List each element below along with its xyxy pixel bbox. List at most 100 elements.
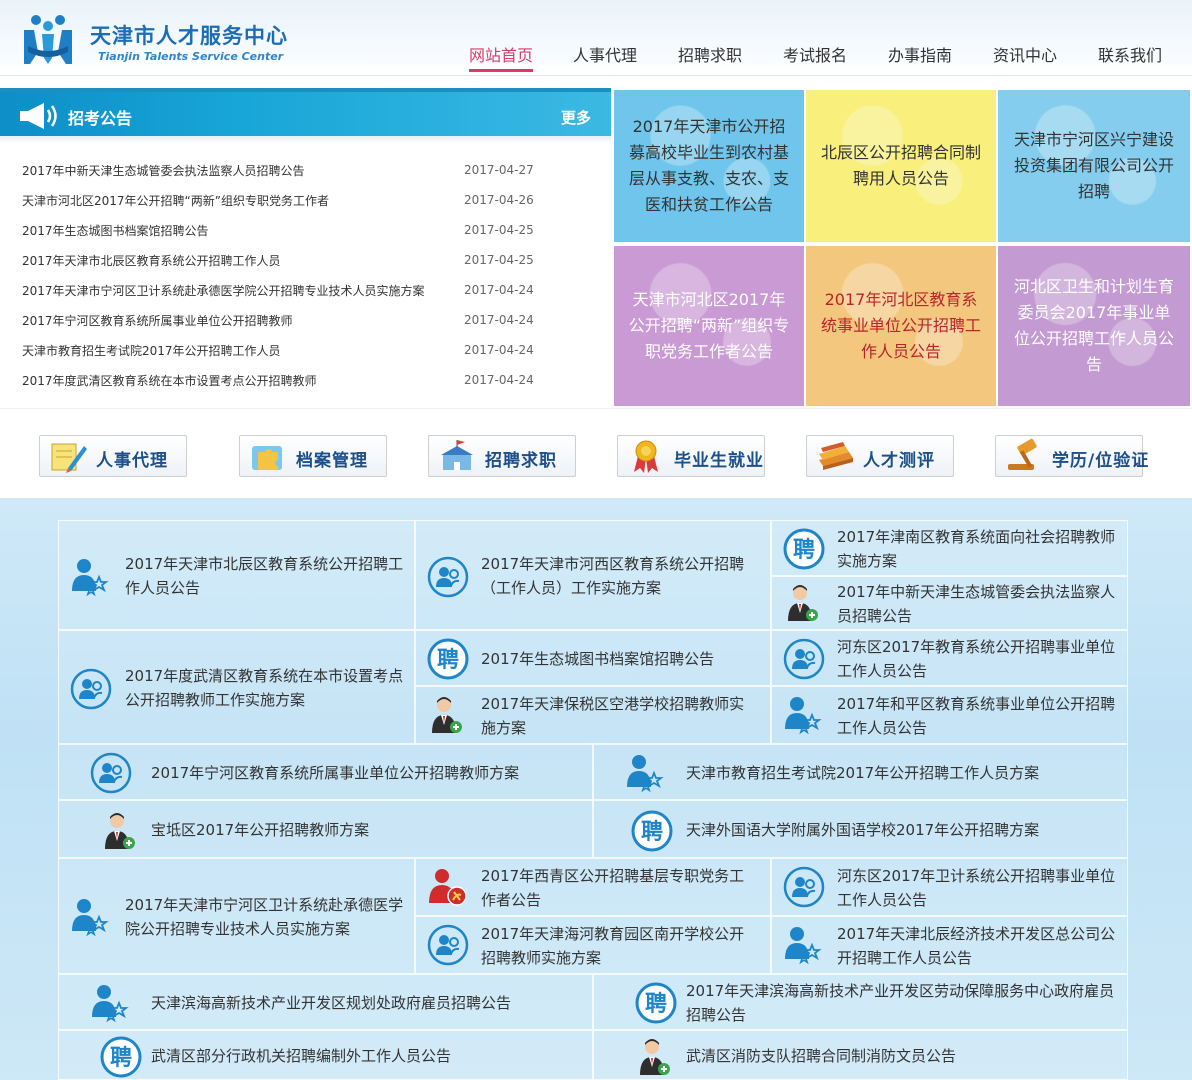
businessman-icon xyxy=(105,813,135,849)
site-title[interactable]: 天津市人才服务中心 xyxy=(90,20,288,50)
grid-item-title[interactable]: 2017年天津市河西区教育系统公开招聘（工作人员）工作实施方案 xyxy=(481,552,759,600)
books-icon xyxy=(819,442,853,470)
grid-item[interactable]: 2017年天津海河教育园区南开学校公开招聘教师实施方案 xyxy=(415,916,771,974)
people-circle-icon xyxy=(783,638,825,680)
grid-item[interactable]: 2017年天津市北辰区教育系统公开招聘工作人员公告 xyxy=(58,520,415,630)
grid-item-title[interactable]: 2017年天津市宁河区卫计系统赴承德医学院公开招聘专业技术人员实施方案 xyxy=(125,893,405,941)
businessman-icon xyxy=(788,585,818,621)
grid-item[interactable]: 2017年西青区公开招聘基层专职党务工作者公告 xyxy=(415,858,771,916)
grid-item-title[interactable]: 2017年西青区公开招聘基层专职党务工作者公告 xyxy=(481,864,759,912)
recruitment-grid: 2017年天津市北辰区教育系统公开招聘工作人员公告 2017年天津市河西区教育系… xyxy=(0,498,1192,1080)
service-degree-verification-button[interactable]: 学历/位验证 xyxy=(995,435,1148,477)
grid-item-title[interactable]: 武清区部分行政机关招聘编制外工作人员公告 xyxy=(151,1044,571,1068)
service-talent-assessment-button[interactable]: 人才测评 xyxy=(806,435,954,477)
grid-item[interactable]: 河东区2017年卫计系统公开招聘事业单位工作人员公告 xyxy=(771,858,1128,916)
service-personnel-agency-button[interactable]: 人事代理 xyxy=(39,435,187,477)
grid-item-title[interactable]: 2017年宁河区教育系统所属事业单位公开招聘教师方案 xyxy=(151,761,571,785)
gavel-icon xyxy=(1008,438,1037,470)
nav-news-center[interactable]: 资讯中心 xyxy=(993,42,1057,66)
grid-item[interactable]: 武清区消防支队招聘合同制消防文员公告 xyxy=(593,1030,1128,1080)
grid-item-title[interactable]: 河东区2017年教育系统公开招聘事业单位工作人员公告 xyxy=(837,635,1127,683)
grid-item-title[interactable]: 宝坻区2017年公开招聘教师方案 xyxy=(151,818,571,842)
grid-item-title[interactable]: 天津市教育招生考试院2017年公开招聘工作人员方案 xyxy=(686,761,1106,785)
featured-tile[interactable]: 北辰区公开招聘合同制聘用人员公告 xyxy=(806,90,996,242)
announcement-item[interactable]: 2017年中新天津生态城管委会执法监察人员招聘公告 2017-04-27 xyxy=(22,162,582,192)
people-star-icon xyxy=(72,559,109,597)
grid-item-title[interactable]: 2017年度武清区教育系统在本市设置考点公开招聘教师工作实施方案 xyxy=(125,664,405,712)
grid-item[interactable]: 2017年和平区教育系统事业单位公开招聘工作人员公告 xyxy=(771,686,1128,744)
people-circle-icon xyxy=(783,866,825,908)
grid-item[interactable]: 聘武清区部分行政机关招聘编制外工作人员公告 xyxy=(58,1030,593,1080)
featured-tile[interactable]: 天津市河北区2017年公开招聘“两新”组织专职党务工作者公告 xyxy=(614,246,804,406)
puzzle-folder-icon xyxy=(252,446,282,470)
nav-contact-us[interactable]: 联系我们 xyxy=(1098,42,1162,66)
grid-item[interactable]: 聘 2017年天津滨海高新技术产业开发区劳动保障服务中心政府雇员招聘公告 xyxy=(593,974,1128,1030)
businessman-icon xyxy=(640,1039,670,1075)
service-graduate-employment-button[interactable]: 毕业生就业 xyxy=(617,435,765,477)
announcements-header: 招考公告 更多 xyxy=(0,88,611,136)
grid-item[interactable]: 聘 2017年津南区教育系统面向社会招聘教师实施方案 xyxy=(771,520,1128,576)
svg-text:聘: 聘 xyxy=(641,820,663,845)
grid-item[interactable]: 河东区2017年教育系统公开招聘事业单位工作人员公告 xyxy=(771,630,1128,686)
announcement-item[interactable]: 2017年宁河区教育系统所属事业单位公开招聘教师 2017-04-24 xyxy=(22,312,582,342)
grid-item[interactable]: 2017年天津北辰经济技术开发区总公司公开招聘工作人员公告 xyxy=(771,916,1128,974)
featured-tile[interactable]: 2017年河北区教育系统事业单位公开招聘工作人员公告 xyxy=(806,246,996,406)
site-header: 天津市人才服务中心 Tianjin Talents Service Center… xyxy=(0,0,1192,76)
announcement-item[interactable]: 天津市教育招生考试院2017年公开招聘工作人员 2017-04-24 xyxy=(22,342,582,372)
featured-tile[interactable]: 2017年天津市公开招募高校毕业生到农村基层从事支教、支农、支医和扶贫工作公告 xyxy=(614,90,804,242)
featured-tile[interactable]: 河北区卫生和计划生育委员会2017年事业单位公开招聘工作人员公告 xyxy=(998,246,1190,406)
grid-item-title[interactable]: 2017年天津市北辰区教育系统公开招聘工作人员公告 xyxy=(125,552,405,600)
announcements-more-link[interactable]: 更多 xyxy=(561,107,591,128)
grid-item-title[interactable]: 2017年生态城图书档案馆招聘公告 xyxy=(481,647,759,671)
grid-item[interactable]: 聘 2017年生态城图书档案馆招聘公告 xyxy=(415,630,771,686)
people-star-icon xyxy=(785,697,822,735)
grid-item[interactable]: 2017年天津市宁河区卫计系统赴承德医学院公开招聘专业技术人员实施方案 xyxy=(58,858,415,974)
nav-exam-registration[interactable]: 考试报名 xyxy=(783,42,847,66)
grid-item-title[interactable]: 河东区2017年卫计系统公开招聘事业单位工作人员公告 xyxy=(837,864,1127,912)
grid-item[interactable]: 天津滨海高新技术产业开发区规划处政府雇员招聘公告 xyxy=(58,974,593,1030)
pin-char-icon: 聘 xyxy=(635,982,677,1024)
announcement-item[interactable]: 2017年天津市北辰区教育系统公开招聘工作人员 2017-04-25 xyxy=(22,252,582,282)
grid-item[interactable]: 2017年天津市河西区教育系统公开招聘（工作人员）工作实施方案 xyxy=(415,520,771,630)
nav-home[interactable]: 网站首页 xyxy=(469,42,533,66)
grid-item-title[interactable]: 2017年天津保税区空港学校招聘教师实施方案 xyxy=(481,692,759,740)
grid-item-title[interactable]: 天津外国语大学附属外国语学校2017年公开招聘方案 xyxy=(686,818,1106,842)
announcement-item[interactable]: 2017年度武清区教育系统在本市设置考点公开招聘教师 2017-04-24 xyxy=(22,372,582,402)
pin-char-icon: 聘 xyxy=(427,638,469,680)
svg-text:聘: 聘 xyxy=(110,1046,132,1071)
pin-char-icon: 聘 xyxy=(100,1036,142,1078)
grid-item-title[interactable]: 天津滨海高新技术产业开发区规划处政府雇员招聘公告 xyxy=(151,991,571,1015)
nav-personnel-agency[interactable]: 人事代理 xyxy=(573,42,637,66)
people-star-icon xyxy=(72,899,109,937)
grid-item[interactable]: 天津市教育招生考试院2017年公开招聘工作人员方案 xyxy=(593,744,1128,800)
nav-service-guide[interactable]: 办事指南 xyxy=(888,42,952,66)
featured-tile[interactable]: 天津市宁河区兴宁建设投资集团有限公司公开招聘 xyxy=(998,90,1190,242)
grid-item-title[interactable]: 2017年津南区教育系统面向社会招聘教师实施方案 xyxy=(837,525,1127,573)
announcement-item[interactable]: 天津市河北区2017年公开招聘“两新”组织专职党务工作者 2017-04-26 xyxy=(22,192,582,222)
grid-item-title[interactable]: 2017年天津海河教育园区南开学校公开招聘教师实施方案 xyxy=(481,922,759,970)
service-archive-management-button[interactable]: 档案管理 xyxy=(239,435,387,477)
logo-icon[interactable] xyxy=(20,12,76,66)
pin-char-icon: 聘 xyxy=(631,810,673,852)
announcement-item[interactable]: 2017年天津市宁河区卫计系统赴承德医学院公开招聘专业技术人员实施方案 2017-… xyxy=(22,282,582,312)
people-circle-icon xyxy=(427,556,469,598)
grid-item-title[interactable]: 2017年中新天津生态城管委会执法监察人员招聘公告 xyxy=(837,580,1127,628)
people-circle-icon xyxy=(70,668,112,710)
people-circle-icon xyxy=(90,752,132,794)
businessman-icon xyxy=(432,697,462,733)
service-recruitment-button[interactable]: 招聘求职 xyxy=(428,435,576,477)
grid-item[interactable]: 聘天津外国语大学附属外国语学校2017年公开招聘方案 xyxy=(593,800,1128,858)
megaphone-icon xyxy=(20,103,57,129)
grid-item[interactable]: 宝坻区2017年公开招聘教师方案 xyxy=(58,800,593,858)
grid-item-title[interactable]: 武清区消防支队招聘合同制消防文员公告 xyxy=(686,1044,1106,1068)
grid-item[interactable]: 2017年度武清区教育系统在本市设置考点公开招聘教师工作实施方案 xyxy=(58,630,415,744)
grid-item[interactable]: 2017年中新天津生态城管委会执法监察人员招聘公告 xyxy=(771,576,1128,630)
nav-recruitment[interactable]: 招聘求职 xyxy=(678,42,742,66)
grid-item-title[interactable]: 2017年和平区教育系统事业单位公开招聘工作人员公告 xyxy=(837,692,1127,740)
announcement-item[interactable]: 2017年生态城图书档案馆招聘公告 2017-04-25 xyxy=(22,222,582,252)
party-member-icon xyxy=(429,869,467,906)
grid-item[interactable]: 2017年天津保税区空港学校招聘教师实施方案 xyxy=(415,686,771,744)
grid-item[interactable]: 2017年宁河区教育系统所属事业单位公开招聘教师方案 xyxy=(58,744,593,800)
grid-item-title[interactable]: 2017年天津滨海高新技术产业开发区劳动保障服务中心政府雇员招聘公告 xyxy=(686,979,1126,1027)
grid-item-title[interactable]: 2017年天津北辰经济技术开发区总公司公开招聘工作人员公告 xyxy=(837,922,1127,970)
